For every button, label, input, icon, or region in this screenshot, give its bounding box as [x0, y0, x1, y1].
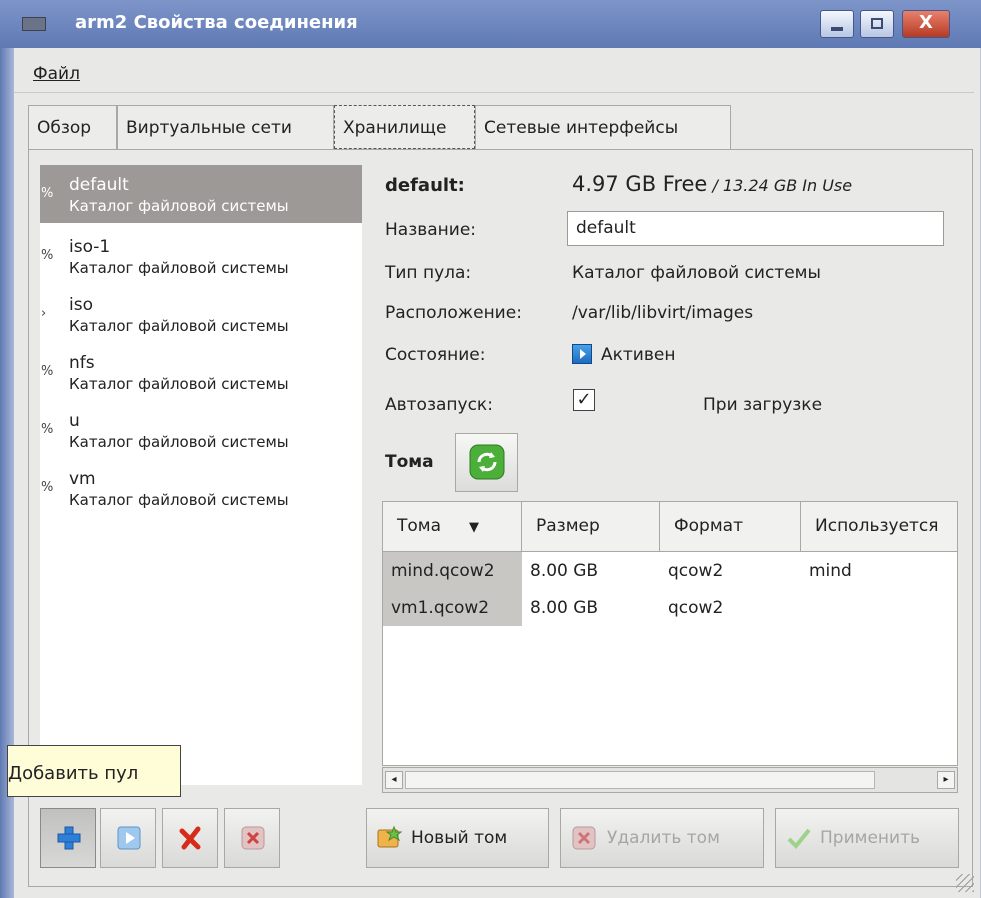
pool-list[interactable]: % default Каталог файловой системы % iso…	[40, 165, 362, 785]
start-pool-button[interactable]	[100, 808, 156, 868]
location-value: /var/lib/libvirt/images	[572, 303, 754, 323]
app-icon	[22, 17, 46, 31]
play-icon	[117, 826, 141, 850]
pool-capacity: 4.97 GB Free / 13.24 GB In Use	[572, 172, 852, 196]
pool-usage-icon: %	[41, 248, 54, 263]
add-pool-tooltip: Добавить пул	[7, 745, 181, 797]
state-value: Активен	[601, 345, 676, 365]
red-x-icon	[179, 826, 201, 850]
volume-used-by-cell[interactable]	[801, 589, 957, 626]
delete-volume-icon	[572, 826, 596, 850]
scrollbar-thumb[interactable]	[405, 771, 875, 789]
pool-type: Каталог файловой системы	[69, 317, 289, 335]
pool-item-default[interactable]: % default Каталог файловой системы	[40, 165, 362, 223]
apply-label: Применить	[820, 828, 920, 848]
column-header-format[interactable]: Формат	[660, 502, 801, 552]
pool-type-value: Каталог файловой системы	[572, 263, 821, 283]
volume-size-cell[interactable]: 8.00 GB	[522, 552, 660, 589]
delete-icon	[241, 826, 265, 850]
scroll-left-icon[interactable]: ◂	[385, 771, 403, 789]
connection-properties-window: arm2 Свойства соединения X Файл Обзор Ви…	[0, 0, 981, 898]
pool-name-field[interactable]: default	[567, 211, 944, 246]
maximize-button[interactable]	[860, 10, 894, 38]
menu-file[interactable]: Файл	[33, 64, 80, 84]
pool-item-iso[interactable]: › iso Каталог файловой системы	[40, 285, 362, 343]
sort-down-icon: ▼	[469, 520, 480, 535]
refresh-volumes-button[interactable]	[455, 433, 518, 492]
title-bar[interactable]: arm2 Свойства соединения X	[0, 0, 981, 48]
pool-type: Каталог файловой системы	[69, 433, 289, 451]
pool-usage-icon: %	[41, 480, 54, 495]
pool-type: Каталог файловой системы	[69, 259, 289, 277]
pool-item-iso-1[interactable]: % iso-1 Каталог файловой системы	[40, 227, 362, 285]
pool-item-vm[interactable]: % vm Каталог файловой системы	[40, 459, 362, 517]
pool-name: nfs	[69, 353, 95, 373]
autostart-checkbox[interactable]: ✓	[573, 389, 595, 411]
volume-format-cell[interactable]: qcow2	[660, 589, 801, 626]
horizontal-scrollbar[interactable]: ◂ ▸	[382, 767, 958, 793]
state-label: Состояние:	[385, 345, 486, 365]
close-icon: X	[919, 12, 933, 33]
menu-bar: Файл	[14, 56, 974, 93]
window-title: arm2 Свойства соединения	[75, 12, 358, 33]
menu-file-label: Файл	[33, 64, 80, 84]
name-label: Название:	[385, 220, 477, 240]
autostart-label: Автозапуск:	[385, 395, 493, 415]
apply-button[interactable]: Применить	[775, 808, 959, 868]
new-volume-button[interactable]: Новый том	[366, 808, 549, 868]
stop-pool-button[interactable]	[162, 808, 218, 868]
autostart-value: При загрузке	[703, 395, 823, 415]
delete-volume-label: Удалить том	[607, 828, 720, 848]
pool-in-use: / 13.24 GB In Use	[707, 176, 853, 195]
pool-name: default	[69, 175, 129, 195]
pool-type-label: Тип пула:	[385, 263, 472, 283]
plus-icon	[57, 826, 81, 850]
pool-type: Каталог файловой системы	[69, 491, 289, 509]
volumes-table[interactable]: Тома ▼ Размер Формат Используется mind.qc…	[382, 501, 958, 766]
resize-grip[interactable]	[956, 874, 974, 892]
refresh-icon	[469, 444, 505, 480]
pool-item-u[interactable]: % u Каталог файловой системы	[40, 401, 362, 459]
volume-used-by-cell[interactable]: mind	[801, 552, 957, 589]
pool-name: u	[69, 411, 80, 431]
checkmark-icon	[787, 828, 811, 849]
pool-name: iso-1	[69, 237, 111, 257]
volume-name-cell[interactable]: mind.qcow2	[383, 552, 522, 589]
maximize-icon	[871, 18, 883, 29]
pool-name: iso	[69, 295, 93, 315]
pool-usage-icon: ›	[41, 306, 47, 321]
volume-name-cell[interactable]: vm1.qcow2	[383, 589, 522, 626]
volume-format-cell[interactable]: qcow2	[660, 552, 801, 589]
minimize-button[interactable]	[820, 10, 854, 38]
pool-usage-icon: %	[41, 364, 54, 379]
column-header-used-by[interactable]: Используется	[801, 502, 957, 552]
pool-usage-icon: %	[41, 422, 54, 437]
state-active-icon	[572, 344, 592, 364]
close-button[interactable]: X	[902, 10, 950, 38]
delete-volume-button[interactable]: Удалить том	[560, 808, 764, 868]
volume-size-cell[interactable]: 8.00 GB	[522, 589, 660, 626]
delete-pool-button[interactable]	[224, 808, 280, 868]
column-header-volume-label: Тома	[397, 516, 442, 536]
pool-type: Каталог файловой системы	[69, 197, 289, 215]
pool-header: default:	[385, 175, 465, 196]
tab-network-interfaces[interactable]: Сетевые интерфейсы	[475, 105, 731, 149]
minimize-icon	[831, 27, 843, 31]
tab-overview[interactable]: Обзор	[28, 105, 117, 149]
column-header-size[interactable]: Размер	[522, 502, 660, 552]
add-pool-button[interactable]	[40, 808, 96, 868]
scroll-right-icon[interactable]: ▸	[937, 771, 955, 789]
pool-item-nfs[interactable]: % nfs Каталог файловой системы	[40, 343, 362, 401]
location-label: Расположение:	[385, 303, 522, 323]
new-volume-icon	[377, 825, 402, 848]
column-header-volume[interactable]: Тома ▼	[383, 502, 522, 552]
pool-name: vm	[69, 469, 96, 489]
new-volume-label: Новый том	[411, 828, 508, 848]
pool-free: 4.97 GB Free	[572, 172, 708, 196]
tab-virtual-networks[interactable]: Виртуальные сети	[117, 105, 334, 149]
pool-type: Каталог файловой системы	[69, 375, 289, 393]
pool-usage-icon: %	[41, 186, 54, 201]
tab-storage[interactable]: Хранилище	[334, 105, 475, 149]
volumes-label: Тома	[385, 452, 434, 472]
